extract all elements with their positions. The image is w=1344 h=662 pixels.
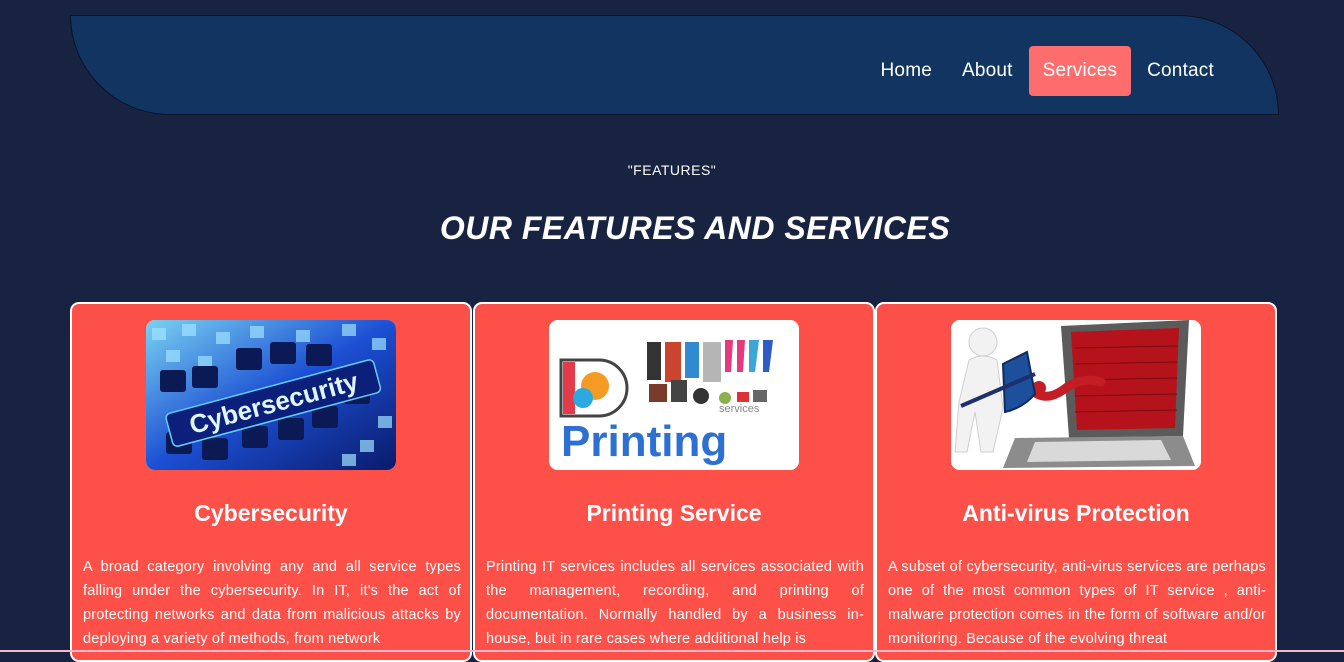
- section-title: OUR FEATURES AND SERVICES: [439, 210, 951, 246]
- antivirus-image: [951, 320, 1201, 470]
- card-cybersecurity: Cybersecurity Cybersecurity A broad cate…: [70, 302, 472, 662]
- cybersecurity-image: Cybersecurity: [146, 320, 396, 470]
- card-printing-service: Printing services Printing Service Print…: [473, 302, 875, 662]
- card-title: Anti-virus Protection: [962, 500, 1190, 526]
- nav-links: Home About Services Contact: [867, 46, 1229, 96]
- printing-image: Printing services: [549, 320, 799, 470]
- card-title: Cybersecurity: [194, 500, 348, 526]
- printing-illustration: Printing services: [549, 320, 799, 470]
- section-eyebrow: "FEATURES": [627, 162, 717, 178]
- top-navbar: Home About Services Contact: [70, 15, 1279, 115]
- antivirus-illustration: [951, 320, 1201, 470]
- svg-text:services: services: [719, 403, 760, 415]
- nav-home-link[interactable]: Home: [867, 46, 946, 96]
- card-description: A broad category involving any and all s…: [83, 559, 461, 647]
- card-antivirus-protection: Anti-virus Protection A subset of cybers…: [875, 302, 1277, 662]
- card-description: Printing IT services includes all servic…: [486, 559, 864, 647]
- nav-contact-link[interactable]: Contact: [1133, 46, 1228, 96]
- svg-text:Printing: Printing: [561, 417, 727, 466]
- cybersecurity-illustration: Cybersecurity: [146, 320, 396, 470]
- card-description: A subset of cybersecurity, anti-virus se…: [888, 559, 1266, 647]
- nav-services-link[interactable]: Services: [1028, 46, 1132, 96]
- nav-about-link[interactable]: About: [948, 46, 1027, 96]
- card-title: Printing Service: [586, 500, 762, 526]
